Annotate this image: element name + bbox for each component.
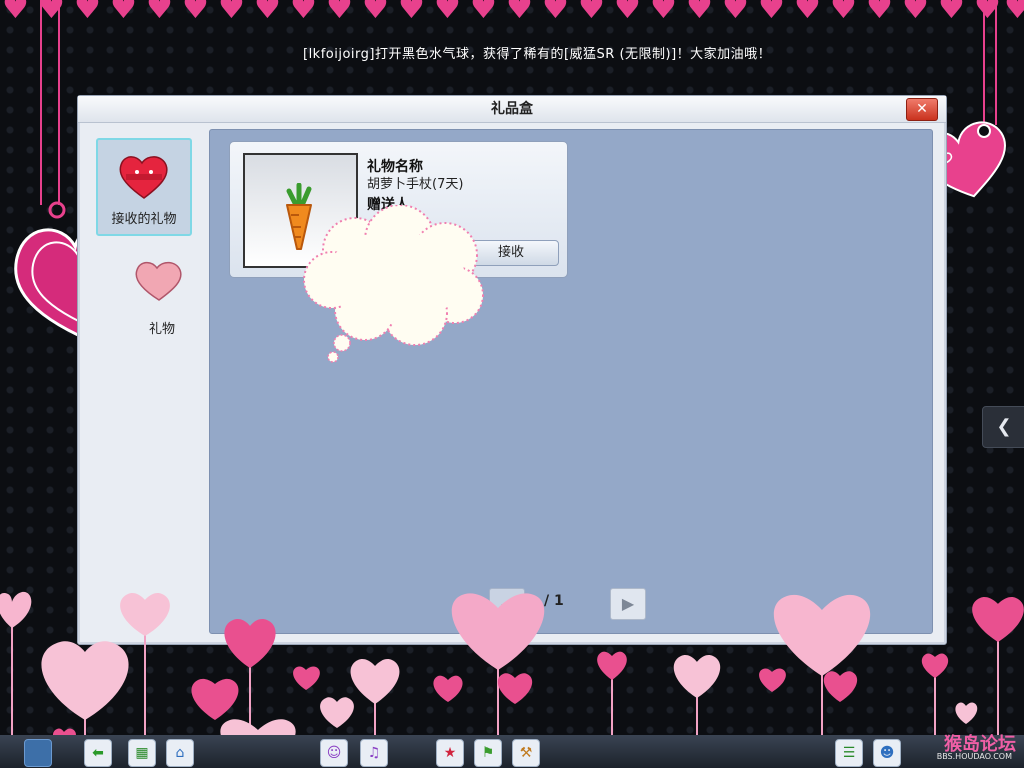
hanging-string (995, 0, 997, 125)
sidebar-item-label: 礼物 (148, 322, 175, 337)
stars-icon[interactable]: ★ (436, 739, 464, 767)
heart-garland: ♥ ♥ ♥ ♥ ♥ ♥ ♥ ♥ ♥ ♥ ♥ ♥ ♥ ♥ ♥ ♥ ♥ ♥ ♥ ♥ ♥ ♥ ♥ ♥ ♥ ♥ ♥ ♥ ♥ (2, 0, 1024, 26)
chevron-left-icon: ❮ (996, 416, 1012, 437)
shop-icon[interactable]: ▦ (128, 739, 156, 767)
window-title: 礼品盒 (78, 96, 946, 123)
system-announcement: [lkfoijoirg]打开黑色水气球，获得了稀有的[威猛SR (无限制)]！大… (303, 47, 772, 62)
previous-page-button[interactable]: ◀ (489, 588, 525, 620)
flag-icon[interactable]: ⚑ (474, 739, 502, 767)
page-indicator: / 1 (544, 593, 564, 609)
sidebar-item-label: 接收的礼物 (111, 212, 177, 227)
arrow-left-icon: ◀ (500, 594, 514, 613)
heart-gift-icon (135, 261, 182, 301)
collapse-panel-button[interactable]: ❮ (982, 406, 1024, 448)
party-icon[interactable]: ♫ (360, 739, 388, 767)
hanging-string (983, 0, 985, 125)
hanging-string (58, 0, 60, 205)
back-arrow-icon[interactable]: ⬅ (84, 739, 112, 767)
arrow-right-icon: ▶ (621, 594, 635, 613)
forum-watermark-url: BBS.HOUDAO.COM (936, 752, 1012, 761)
friends-icon[interactable]: ☻ (873, 739, 901, 767)
close-icon: ✕ (916, 101, 928, 117)
character-icon[interactable]: ☺ (320, 739, 348, 767)
gift-box-window: 礼品盒 ✕ 接收的礼物 礼物 礼物名称 胡萝卜手杖(7天) 赠送人 接收 ◀ /… (77, 95, 947, 645)
next-page-button[interactable]: ▶ (610, 588, 646, 620)
sidebar-item-received-gifts[interactable]: 接收的礼物 (96, 138, 192, 236)
gift-name-value: 胡萝卜手杖(7天) (367, 177, 464, 192)
thought-bubble (303, 205, 484, 363)
heart-gift-icon (119, 156, 168, 199)
taskbar: ⬅ ▦ ⌂ ☺ ♫ ★ ⚑ ⚒ ☰ ☻ (0, 735, 1024, 768)
home-icon[interactable]: ⌂ (166, 739, 194, 767)
sidebar-item-gifts[interactable]: 礼物 (96, 242, 188, 337)
cube-icon[interactable] (24, 739, 52, 767)
list-icon[interactable]: ☰ (835, 739, 863, 767)
hammer-icon[interactable]: ⚒ (512, 739, 540, 767)
hanging-string (40, 0, 42, 205)
close-button[interactable]: ✕ (906, 98, 938, 121)
